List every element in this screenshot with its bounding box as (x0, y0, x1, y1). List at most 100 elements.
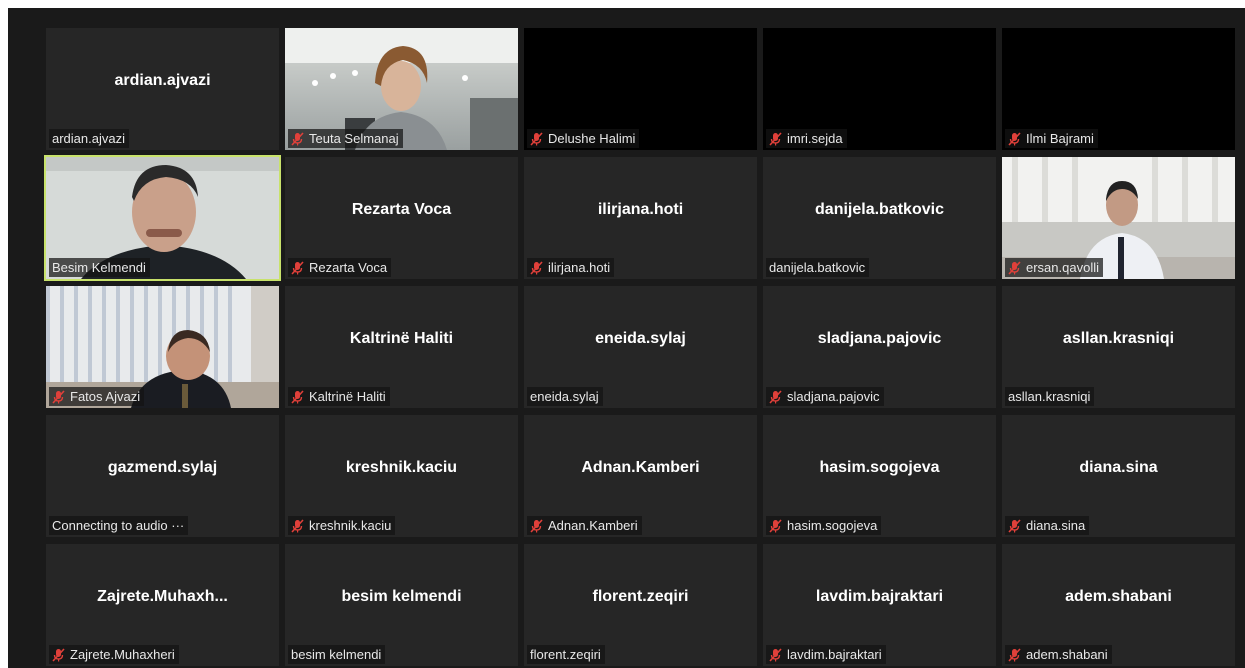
participant-tile[interactable]: asllan.krasniqi asllan.krasniqi (1002, 286, 1235, 408)
muted-mic-icon (530, 260, 543, 275)
participant-tile[interactable]: eneida.sylaj eneida.sylaj (524, 286, 757, 408)
participant-name-text: Rezarta Voca (309, 260, 388, 275)
participant-name-text: asllan.krasniqi (1008, 389, 1091, 404)
participant-display-name: Adnan.Kamberi (581, 459, 700, 476)
participant-name-label: Adnan.Kamberi (527, 516, 642, 535)
participant-name-text: Teuta Selmanaj (309, 131, 399, 146)
participant-name-text: diana.sina (1026, 518, 1086, 533)
participant-display-name: lavdim.bajraktari (815, 588, 944, 605)
participant-name-label: imri.sejda (766, 129, 847, 148)
participant-name-text: besim kelmendi (291, 647, 382, 662)
participant-name-label: Teuta Selmanaj (288, 129, 403, 148)
participant-display-name: Kaltrinë Haliti (349, 330, 454, 347)
participant-name-label: ardian.ajvazi (49, 129, 129, 148)
participant-display-name: hasim.sogojeva (819, 459, 940, 476)
participant-tile[interactable]: Kaltrinë Haliti Kaltrinë Haliti (285, 286, 518, 408)
participant-name-label: eneida.sylaj (527, 387, 603, 406)
participant-name-label: Connecting to audio ··· (49, 516, 189, 535)
participant-name-text: eneida.sylaj (530, 389, 599, 404)
participant-display-name: gazmend.sylaj (107, 459, 218, 476)
participant-tile[interactable]: Delushe Halimi (524, 28, 757, 150)
muted-mic-icon (291, 260, 304, 275)
participant-tile[interactable]: ardian.ajvazi ardian.ajvazi (46, 28, 279, 150)
muted-mic-icon (530, 518, 543, 533)
participant-tile[interactable]: imri.sejda (763, 28, 996, 150)
participant-name-text: ardian.ajvazi (52, 131, 125, 146)
participant-display-name: besim kelmendi (341, 588, 462, 605)
participant-name-label: danijela.batkovic (766, 258, 870, 277)
muted-mic-icon (52, 647, 65, 662)
participant-name-label: florent.zeqiri (527, 645, 605, 664)
muted-mic-icon (291, 518, 304, 533)
participant-name-text: ilirjana.hoti (548, 260, 611, 275)
participant-tile[interactable]: Adnan.Kamberi Adnan.Kamberi (524, 415, 757, 537)
participant-display-name: asllan.krasniqi (1062, 330, 1175, 347)
participant-name-text: sladjana.pajovic (787, 389, 880, 404)
participant-name-text: Connecting to audio ··· (52, 518, 185, 533)
participant-tile[interactable]: besim kelmendi besim kelmendi (285, 544, 518, 666)
participant-tile[interactable]: lavdim.bajraktari lavdim.bajraktari (763, 544, 996, 666)
participant-name-label: asllan.krasniqi (1005, 387, 1095, 406)
muted-mic-icon (1008, 131, 1021, 146)
participant-name-text: danijela.batkovic (769, 260, 866, 275)
participant-name-text: Besim Kelmendi (52, 260, 146, 275)
participant-display-name: diana.sina (1079, 459, 1158, 476)
muted-mic-icon (769, 389, 782, 404)
muted-mic-icon (291, 131, 304, 146)
participant-display-name: sladjana.pajovic (817, 330, 942, 347)
participant-name-label: sladjana.pajovic (766, 387, 884, 406)
participant-tile[interactable]: Teuta Selmanaj (285, 28, 518, 150)
participant-tile[interactable]: kreshnik.kaciu kreshnik.kaciu (285, 415, 518, 537)
participant-tile[interactable]: diana.sina diana.sina (1002, 415, 1235, 537)
muted-mic-icon (52, 389, 65, 404)
participant-name-label: Kaltrinë Haliti (288, 387, 390, 406)
participant-tile[interactable]: Rezarta Voca Rezarta Voca (285, 157, 518, 279)
participant-name-label: Fatos Ajvazi (49, 387, 145, 406)
participant-tile[interactable]: gazmend.sylaj Connecting to audio ··· (46, 415, 279, 537)
participant-name-label: diana.sina (1005, 516, 1090, 535)
participant-tile[interactable]: florent.zeqiri florent.zeqiri (524, 544, 757, 666)
participant-name-label: besim kelmendi (288, 645, 386, 664)
participant-tile[interactable]: Zajrete.Muhaxh... Zajrete.Muhaxheri (46, 544, 279, 666)
participant-tile[interactable]: sladjana.pajovic sladjana.pajovic (763, 286, 996, 408)
muted-mic-icon (291, 389, 304, 404)
participant-tile[interactable]: ilirjana.hoti ilirjana.hoti (524, 157, 757, 279)
participant-name-text: Delushe Halimi (548, 131, 636, 146)
participant-display-name: ardian.ajvazi (114, 72, 211, 89)
participant-name-text: Kaltrinë Haliti (309, 389, 386, 404)
participant-name-label: Rezarta Voca (288, 258, 392, 277)
participant-name-text: lavdim.bajraktari (787, 647, 882, 662)
participant-name-text: Adnan.Kamberi (548, 518, 638, 533)
participant-name-label: Ilmi Bajrami (1005, 129, 1098, 148)
participant-name-label: Besim Kelmendi (49, 258, 150, 277)
participant-display-name: adem.shabani (1065, 588, 1172, 605)
participant-name-label: adem.shabani (1005, 645, 1112, 664)
muted-mic-icon (1008, 647, 1021, 662)
participant-tile[interactable]: Besim Kelmendi (44, 155, 281, 281)
participant-tile[interactable]: adem.shabani adem.shabani (1002, 544, 1235, 666)
participant-name-text: hasim.sogojeva (787, 518, 878, 533)
participant-tile[interactable]: danijela.batkovic danijela.batkovic (763, 157, 996, 279)
participant-display-name: danijela.batkovic (815, 201, 944, 218)
participant-display-name: ilirjana.hoti (597, 201, 684, 218)
participant-display-name: kreshnik.kaciu (345, 459, 458, 476)
participant-name-text: kreshnik.kaciu (309, 518, 392, 533)
participant-name-label: Zajrete.Muhaxheri (49, 645, 179, 664)
muted-mic-icon (769, 647, 782, 662)
participant-tile[interactable]: Fatos Ajvazi (46, 286, 279, 408)
participant-name-label: ersan.qavolli (1005, 258, 1103, 277)
participant-display-name: florent.zeqiri (592, 588, 689, 605)
participant-name-label: ilirjana.hoti (527, 258, 615, 277)
participant-name-text: Ilmi Bajrami (1026, 131, 1094, 146)
participant-tile[interactable]: hasim.sogojeva hasim.sogojeva (763, 415, 996, 537)
participant-tile[interactable]: ersan.qavolli (1002, 157, 1235, 279)
participant-tile[interactable]: Ilmi Bajrami (1002, 28, 1235, 150)
muted-mic-icon (769, 131, 782, 146)
participant-name-text: Zajrete.Muhaxheri (70, 647, 175, 662)
muted-mic-icon (530, 131, 543, 146)
participant-display-name: Rezarta Voca (351, 201, 452, 218)
participant-name-label: hasim.sogojeva (766, 516, 882, 535)
participant-name-text: adem.shabani (1026, 647, 1108, 662)
muted-mic-icon (1008, 260, 1021, 275)
participant-display-name: eneida.sylaj (595, 330, 686, 347)
